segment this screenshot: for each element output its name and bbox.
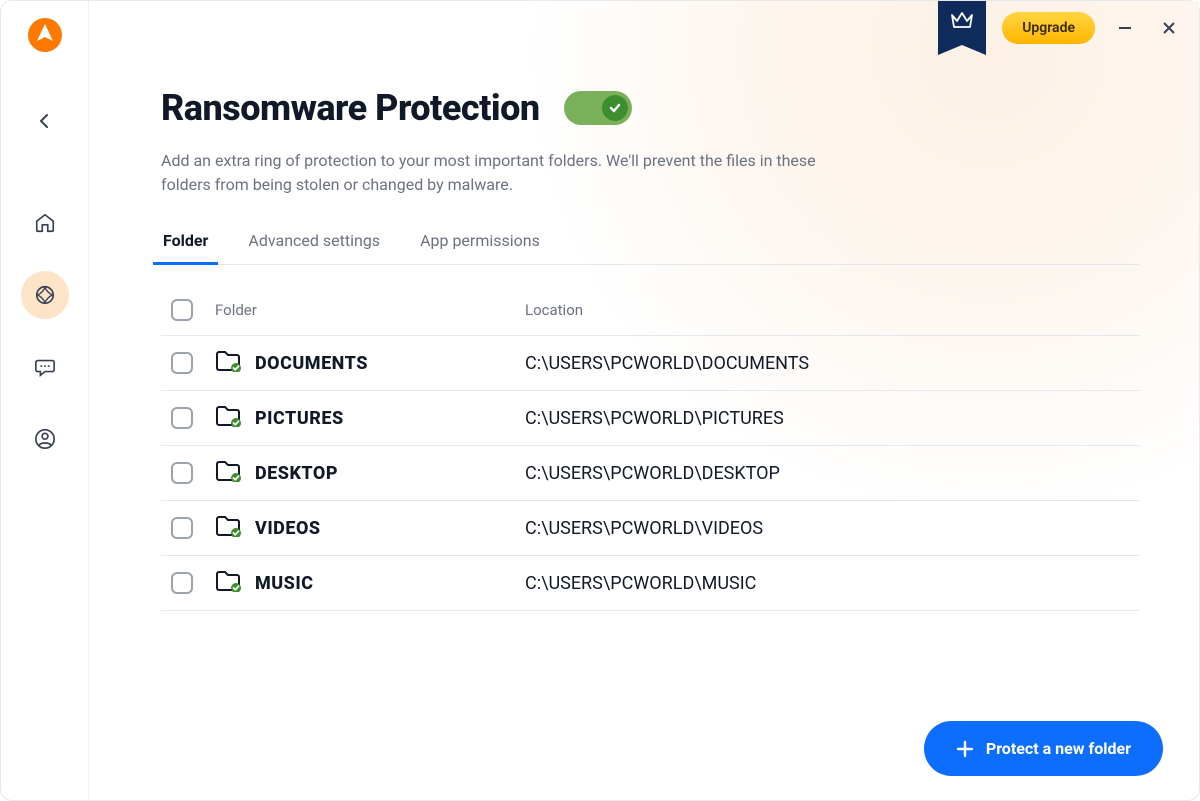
protect-button-label: Protect a new folder [986,739,1131,758]
folder-location: C:\USERS\PCWORLD\MUSIC [525,573,1129,594]
home-icon [34,212,56,234]
tab-app-permissions[interactable]: App permissions [418,231,542,264]
protection-toggle[interactable] [564,91,632,125]
folder-location: C:\USERS\PCWORLD\PICTURES [525,408,1129,429]
folder-name: VIDEOS [255,518,321,539]
sidebar [1,1,89,800]
row-checkbox[interactable] [171,407,193,429]
titlebar: Upgrade [938,11,1183,45]
crown-icon [950,11,974,31]
chat-icon [34,356,56,378]
folder-shield-icon [215,515,241,537]
folder-location: C:\USERS\PCWORLD\DESKTOP [525,463,1129,484]
plus-icon [956,740,974,758]
sidebar-item-home[interactable] [21,199,69,247]
folder-location: C:\USERS\PCWORLD\DOCUMENTS [525,353,1129,374]
protect-new-folder-button[interactable]: Protect a new folder [924,721,1163,776]
tab-advanced-settings[interactable]: Advanced settings [246,231,382,264]
folder-cell: MUSIC [215,570,525,596]
close-button[interactable] [1155,14,1183,42]
folder-name: MUSIC [255,573,314,594]
folder-cell: DESKTOP [215,460,525,486]
row-checkbox[interactable] [171,572,193,594]
folder-shield-icon [215,570,241,592]
table-header: Folder Location [161,293,1139,335]
toggle-knob [602,95,628,121]
page-header: Ransomware Protection [161,87,1139,129]
check-icon [608,101,622,115]
folder-name: DOCUMENTS [255,353,368,374]
folder-name: PICTURES [255,408,344,429]
row-checkbox[interactable] [171,462,193,484]
folder-icon [215,350,241,376]
table-row: PICTURES C:\USERS\PCWORLD\PICTURES [161,390,1139,445]
back-button[interactable] [27,103,63,139]
folder-shield-icon [215,405,241,427]
folder-icon [215,405,241,431]
column-header-folder: Folder [215,301,525,319]
folder-icon [215,460,241,486]
sidebar-item-explore[interactable] [21,271,69,319]
folder-icon [215,570,241,596]
app-logo [27,17,63,53]
folder-cell: PICTURES [215,405,525,431]
select-all-checkbox[interactable] [171,299,193,321]
tab-folder[interactable]: Folder [161,231,210,264]
sidebar-item-messages[interactable] [21,343,69,391]
compass-icon [34,284,56,306]
close-icon [1161,20,1177,36]
row-checkbox[interactable] [171,517,193,539]
chevron-left-icon [37,113,53,129]
table-row: DOCUMENTS C:\USERS\PCWORLD\DOCUMENTS [161,335,1139,390]
table-row: VIDEOS C:\USERS\PCWORLD\VIDEOS [161,500,1139,555]
premium-ribbon[interactable] [938,1,986,45]
sidebar-nav [21,199,69,463]
page-title: Ransomware Protection [161,87,540,129]
folder-name: DESKTOP [255,463,338,484]
folder-cell: VIDEOS [215,515,525,541]
column-header-location: Location [525,301,1129,319]
table-row: DESKTOP C:\USERS\PCWORLD\DESKTOP [161,445,1139,500]
page-subtitle: Add an extra ring of protection to your … [161,149,841,197]
sidebar-item-account[interactable] [21,415,69,463]
user-icon [34,428,56,450]
main-content: Ransomware Protection Add an extra ring … [161,87,1139,780]
folder-shield-icon [215,350,241,372]
row-checkbox[interactable] [171,352,193,374]
upgrade-button[interactable]: Upgrade [1002,12,1095,44]
folder-shield-icon [215,460,241,482]
folder-location: C:\USERS\PCWORLD\VIDEOS [525,518,1129,539]
tabs: Folder Advanced settings App permissions [161,231,1139,265]
minimize-icon [1117,20,1133,36]
minimize-button[interactable] [1111,14,1139,42]
table-row: MUSIC C:\USERS\PCWORLD\MUSIC [161,555,1139,611]
folder-icon [215,515,241,541]
folder-cell: DOCUMENTS [215,350,525,376]
folders-table: Folder Location DOCUMENTS C:\USERS\PCWORL… [161,293,1139,611]
